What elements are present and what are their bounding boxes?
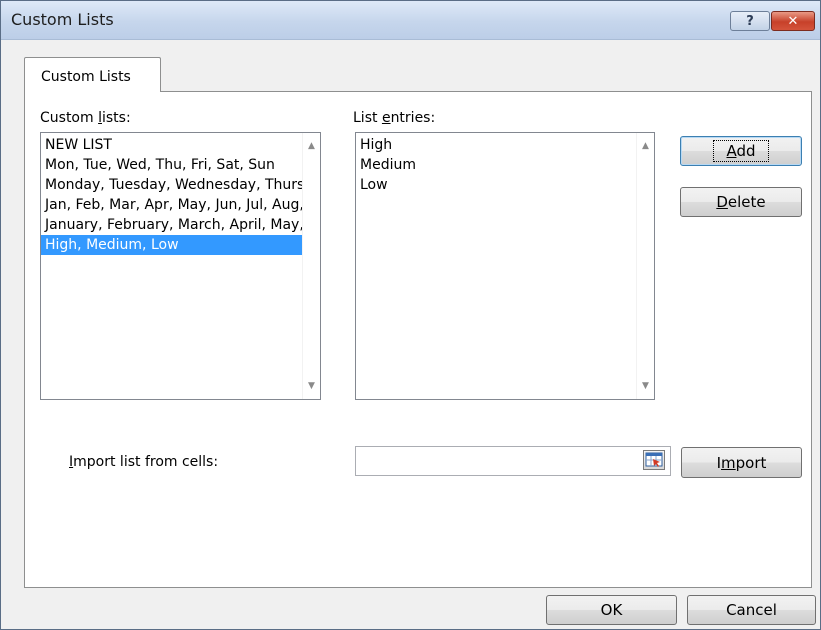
window-title: Custom Lists [11, 10, 114, 29]
scroll-down-icon[interactable]: ▼ [637, 381, 654, 391]
list-entries-label: List entries: [353, 110, 435, 126]
range-selector-icon [645, 452, 663, 467]
custom-list-item[interactable]: Jan, Feb, Mar, Apr, May, Jun, Jul, Aug, … [41, 195, 302, 215]
close-button[interactable]: ✕ [771, 11, 815, 31]
custom-list-item[interactable]: Monday, Tuesday, Wednesday, Thursday, Fr… [41, 175, 302, 195]
range-selector-button[interactable] [643, 450, 665, 470]
ok-button[interactable]: OK [546, 595, 677, 625]
label-text: elete [727, 193, 766, 211]
custom-lists-label: Custom lists: [40, 110, 131, 126]
list-entries-textbox[interactable]: High Medium Low ▲ ▼ [355, 132, 655, 400]
title-bar[interactable]: Custom Lists ? ✕ [1, 1, 820, 40]
import-button[interactable]: Import [681, 447, 802, 478]
scroll-up-icon[interactable]: ▲ [637, 141, 654, 151]
cancel-button[interactable]: Cancel [687, 595, 816, 625]
label-text: mport list from cells: [73, 454, 219, 470]
label-text: dd [736, 142, 756, 160]
add-button[interactable]: Add [680, 136, 802, 166]
ok-button-label: OK [600, 601, 623, 619]
dialog-body: Custom Lists Custom lists: NEW LIST Mon, … [9, 40, 812, 588]
help-icon: ? [746, 13, 754, 29]
label-text: ntries: [390, 110, 436, 126]
scroll-down-icon[interactable]: ▼ [303, 381, 320, 391]
tab-custom-lists[interactable]: Custom Lists [24, 57, 161, 92]
add-button-label: Add [713, 140, 769, 162]
custom-list-item[interactable]: NEW LIST [41, 135, 302, 155]
label-mnemonic: e [381, 110, 391, 126]
list-entries-items: High Medium Low [356, 135, 636, 195]
tab-page: Custom lists: NEW LIST Mon, Tue, Wed, Thu… [24, 91, 812, 588]
custom-lists-scrollbar[interactable]: ▲ ▼ [302, 133, 320, 399]
scroll-up-icon[interactable]: ▲ [303, 141, 320, 151]
list-entries-scrollbar[interactable]: ▲ ▼ [636, 133, 654, 399]
label-text: List [353, 110, 382, 126]
delete-button-label: Delete [716, 193, 765, 211]
cancel-button-label: Cancel [726, 601, 777, 619]
label-text: port [735, 453, 767, 472]
label-text: ists: [101, 110, 131, 126]
custom-lists-items: NEW LIST Mon, Tue, Wed, Thu, Fri, Sat, Su… [41, 135, 302, 255]
custom-lists-listbox[interactable]: NEW LIST Mon, Tue, Wed, Thu, Fri, Sat, Su… [40, 132, 321, 400]
custom-list-item[interactable]: High, Medium, Low [41, 235, 302, 255]
mnemonic: D [716, 193, 728, 211]
list-entry-item: Low [360, 177, 388, 193]
custom-lists-dialog: Custom Lists ? ✕ Custom Lists Custom lis… [0, 0, 821, 630]
label-text: Custom [40, 110, 99, 126]
help-button[interactable]: ? [730, 11, 770, 31]
import-label: Import list from cells: [69, 454, 218, 470]
delete-button[interactable]: Delete [680, 187, 802, 217]
tab-label: Custom Lists [41, 69, 131, 85]
list-entry-item: High [360, 137, 393, 153]
import-button-label: Import [717, 454, 767, 472]
list-entry-item: Medium [360, 157, 416, 173]
mnemonic: A [726, 142, 737, 160]
close-icon: ✕ [787, 13, 799, 29]
custom-list-item[interactable]: Mon, Tue, Wed, Thu, Fri, Sat, Sun [41, 155, 302, 175]
custom-list-item[interactable]: January, February, March, April, May, Ju… [41, 215, 302, 235]
mnemonic: m [721, 453, 736, 472]
import-range-input[interactable] [355, 446, 671, 476]
